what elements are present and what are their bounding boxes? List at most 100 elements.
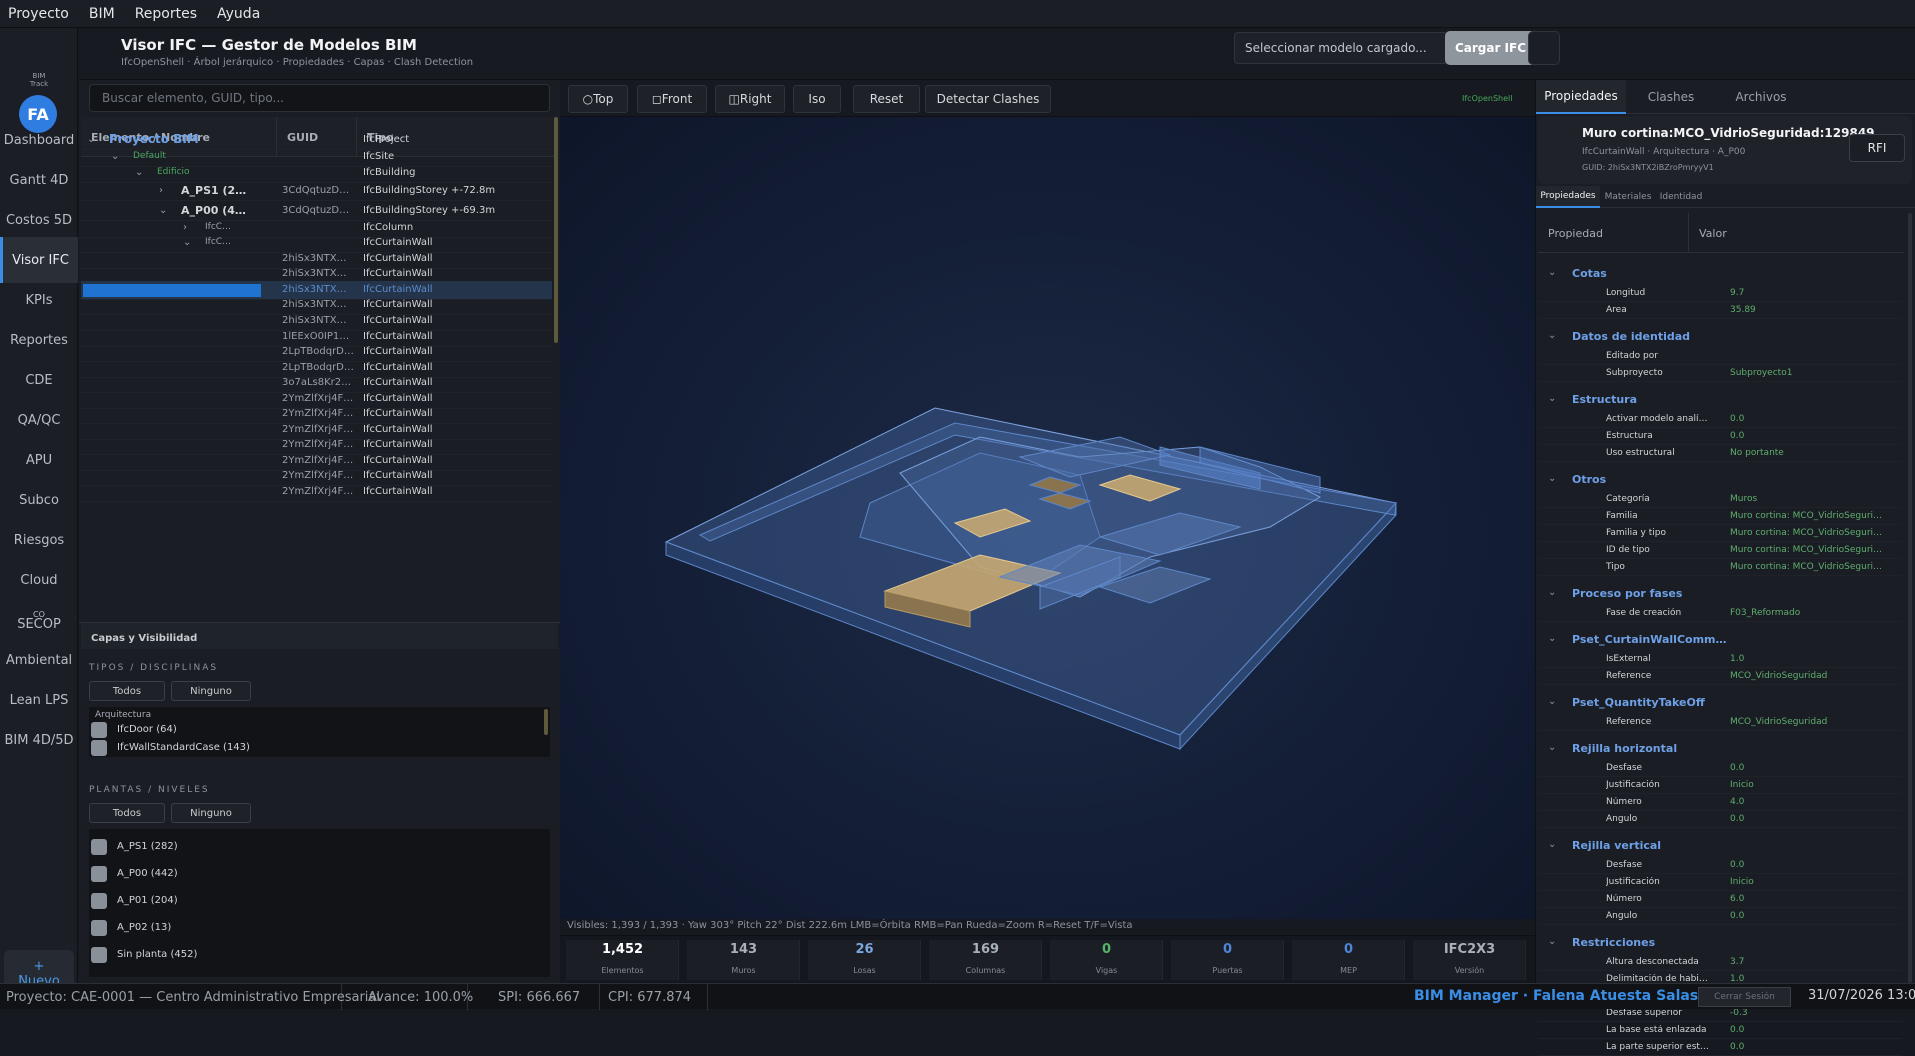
tree-row[interactable]: 2YmZlfXrj4F… IfcCurtainWall [81, 483, 552, 502]
tab-propiedades[interactable]: Propiedades [1536, 80, 1626, 114]
property-value: Muro cortina: MCO_VidrioSeguri… [1730, 528, 1883, 538]
property-group[interactable]: ⌄ Rejilla horizontal [1538, 742, 1902, 759]
tree-row[interactable]: ⌄ Edificio IfcBuilding [81, 164, 552, 183]
property-key: Longitud [1606, 288, 1646, 298]
property-group[interactable]: ⌄ Cotas [1538, 267, 1902, 284]
nav-bim-4d-5d[interactable]: BIM 4D/5D [0, 717, 78, 763]
search-input[interactable]: Buscar elemento, GUID, tipo... [89, 84, 550, 112]
chevron-down-icon[interactable]: ⌄ [1548, 696, 1556, 707]
chevron-down-icon[interactable]: ⌄ [87, 134, 95, 145]
tree-row[interactable]: › A_PS1 (2… 3CdQqtuzD… IfcBuildingStorey +-… [81, 182, 552, 201]
logout-button[interactable]: Cerrar Sesión [1698, 987, 1791, 1007]
chevron-down-icon[interactable]: ⌄ [1548, 587, 1556, 598]
tree-row-guid: 2hiSx3NTX… [282, 284, 347, 295]
model-select[interactable]: Seleccionar modelo cargado... [1234, 32, 1448, 64]
checkbox-a-p01[interactable] [91, 893, 107, 909]
detect-clashes-button[interactable]: Detectar Clashes [925, 85, 1051, 113]
chevron-down-icon[interactable]: ⌄ [135, 167, 143, 178]
tree-scrollbar[interactable] [554, 117, 558, 343]
property-group[interactable]: ⌄ Pset_QuantityTakeOff [1538, 696, 1902, 713]
property-group[interactable]: ⌄ Restricciones [1538, 936, 1902, 953]
metric-value: 143 [729, 942, 758, 957]
chevron-right-icon[interactable]: › [183, 222, 187, 233]
property-group-title: Rejilla vertical [1572, 839, 1662, 852]
right-tabs: Propiedades Clashes Archivos [1536, 80, 1915, 114]
property-scrollbar[interactable] [1908, 213, 1912, 983]
property-value: No portante [1730, 448, 1784, 458]
view-right-button[interactable]: ◫ Right [715, 85, 785, 113]
tree-row-guid: 2LpTBodqrD… [282, 346, 354, 357]
menu-proyecto[interactable]: Proyecto [0, 6, 81, 22]
view-top-button[interactable]: ○ Top [568, 85, 628, 113]
tree-row-guid: 3CdQqtuzD… [282, 185, 350, 196]
chevron-down-icon[interactable]: ⌄ [159, 205, 167, 216]
menu-bim[interactable]: BIM [81, 6, 127, 22]
ifc-model-render[interactable] [560, 117, 1535, 919]
tab-archivos[interactable]: Archivos [1716, 80, 1806, 114]
property-group[interactable]: ⌄ Proceso por fases [1538, 587, 1902, 604]
types-all-button[interactable]: Todos [89, 681, 165, 701]
types-none-button[interactable]: Ninguno [171, 681, 251, 701]
chevron-down-icon[interactable]: ⌄ [1548, 839, 1556, 850]
tree-row-type: IfcCurtainWall [363, 346, 433, 357]
settings-icon[interactable] [1528, 31, 1560, 65]
chevron-right-icon[interactable]: › [159, 185, 163, 196]
menu-ayuda[interactable]: Ayuda [209, 6, 272, 22]
property-group-title: Proceso por fases [1572, 587, 1683, 600]
planta-label: A_P02 (13) [117, 922, 172, 933]
checkbox-ifcdoor[interactable] [91, 722, 107, 738]
property-group[interactable]: ⌄ Otros [1538, 473, 1902, 490]
types-scrollbar[interactable] [544, 709, 548, 735]
chevron-down-icon[interactable]: ⌄ [1548, 742, 1556, 753]
col-valor[interactable]: Valor [1689, 213, 1904, 253]
3d-viewport[interactable] [560, 117, 1535, 919]
subtab-materiales[interactable]: Materiales [1600, 186, 1656, 208]
menu-reportes[interactable]: Reportes [127, 6, 209, 22]
plantas-title: PLANTAS / NIVELES [89, 785, 210, 795]
subtab-propiedades[interactable]: Propiedades [1536, 186, 1600, 208]
property-row: Uso estructural No portante [1538, 445, 1902, 462]
engine-label: IfcOpenShell [1462, 94, 1513, 103]
checkbox-sin-planta[interactable] [91, 947, 107, 963]
tab-clashes[interactable]: Clashes [1626, 80, 1716, 114]
col-propiedad[interactable]: Propiedad [1538, 213, 1689, 253]
footer-project: Proyecto: CAE-0001 — Centro Administrati… [0, 984, 380, 1010]
rfi-button[interactable]: RFI [1849, 134, 1905, 162]
property-value: 4.0 [1730, 797, 1745, 807]
chevron-down-icon[interactable]: ⌄ [1548, 267, 1556, 278]
property-group[interactable]: ⌄ Pset_CurtainWallComm… [1538, 633, 1902, 650]
chevron-down-icon[interactable]: ⌄ [1548, 473, 1556, 484]
chevron-down-icon[interactable]: ⌄ [183, 237, 191, 248]
view-front-button[interactable]: ◻ Front [637, 85, 707, 113]
property-key: Estructura [1606, 431, 1653, 441]
plantas-all-button[interactable]: Todos [89, 803, 165, 823]
tree-row-type: IfcCurtainWall [363, 393, 433, 404]
load-ifc-button[interactable]: Cargar IFC [1445, 31, 1536, 65]
property-group[interactable]: ⌄ Datos de identidad [1538, 330, 1902, 347]
view-iso-button[interactable]: Iso [793, 85, 841, 113]
reset-button[interactable]: Reset [853, 85, 920, 113]
tree-row-guid: 2hiSx3NTX… [282, 253, 347, 264]
property-row: Ángulo 0.0 [1538, 908, 1902, 925]
chevron-down-icon[interactable]: ⌄ [1548, 330, 1556, 341]
metric-mep: 0 MEP [1292, 940, 1405, 980]
checkbox-ifcwall[interactable] [91, 740, 107, 756]
layers-title: Capas y Visibilidad [91, 633, 198, 644]
property-group[interactable]: ⌄ Rejilla vertical [1538, 839, 1902, 856]
plantas-none-button[interactable]: Ninguno [171, 803, 251, 823]
checkbox-a-ps1[interactable] [91, 839, 107, 855]
panel-icon: ◫ [728, 92, 740, 106]
property-group[interactable]: ⌄ Estructura [1538, 393, 1902, 410]
chevron-down-icon[interactable]: ⌄ [1548, 393, 1556, 404]
chevron-down-icon[interactable]: ⌄ [1548, 936, 1556, 947]
property-row: Desfase 0.0 [1538, 760, 1902, 777]
property-value: Muro cortina: MCO_VidrioSeguri… [1730, 545, 1883, 555]
checkbox-a-p00[interactable] [91, 866, 107, 882]
chevron-down-icon[interactable]: ⌄ [1548, 633, 1556, 644]
chevron-down-icon[interactable]: ⌄ [111, 151, 119, 162]
checkbox-a-p02[interactable] [91, 920, 107, 936]
metric-columnas: 169 Columnas [929, 940, 1042, 980]
property-value: Inicio [1730, 780, 1754, 790]
property-key: ID de tipo [1606, 545, 1650, 555]
subtab-identidad[interactable]: Identidad [1656, 186, 1706, 208]
